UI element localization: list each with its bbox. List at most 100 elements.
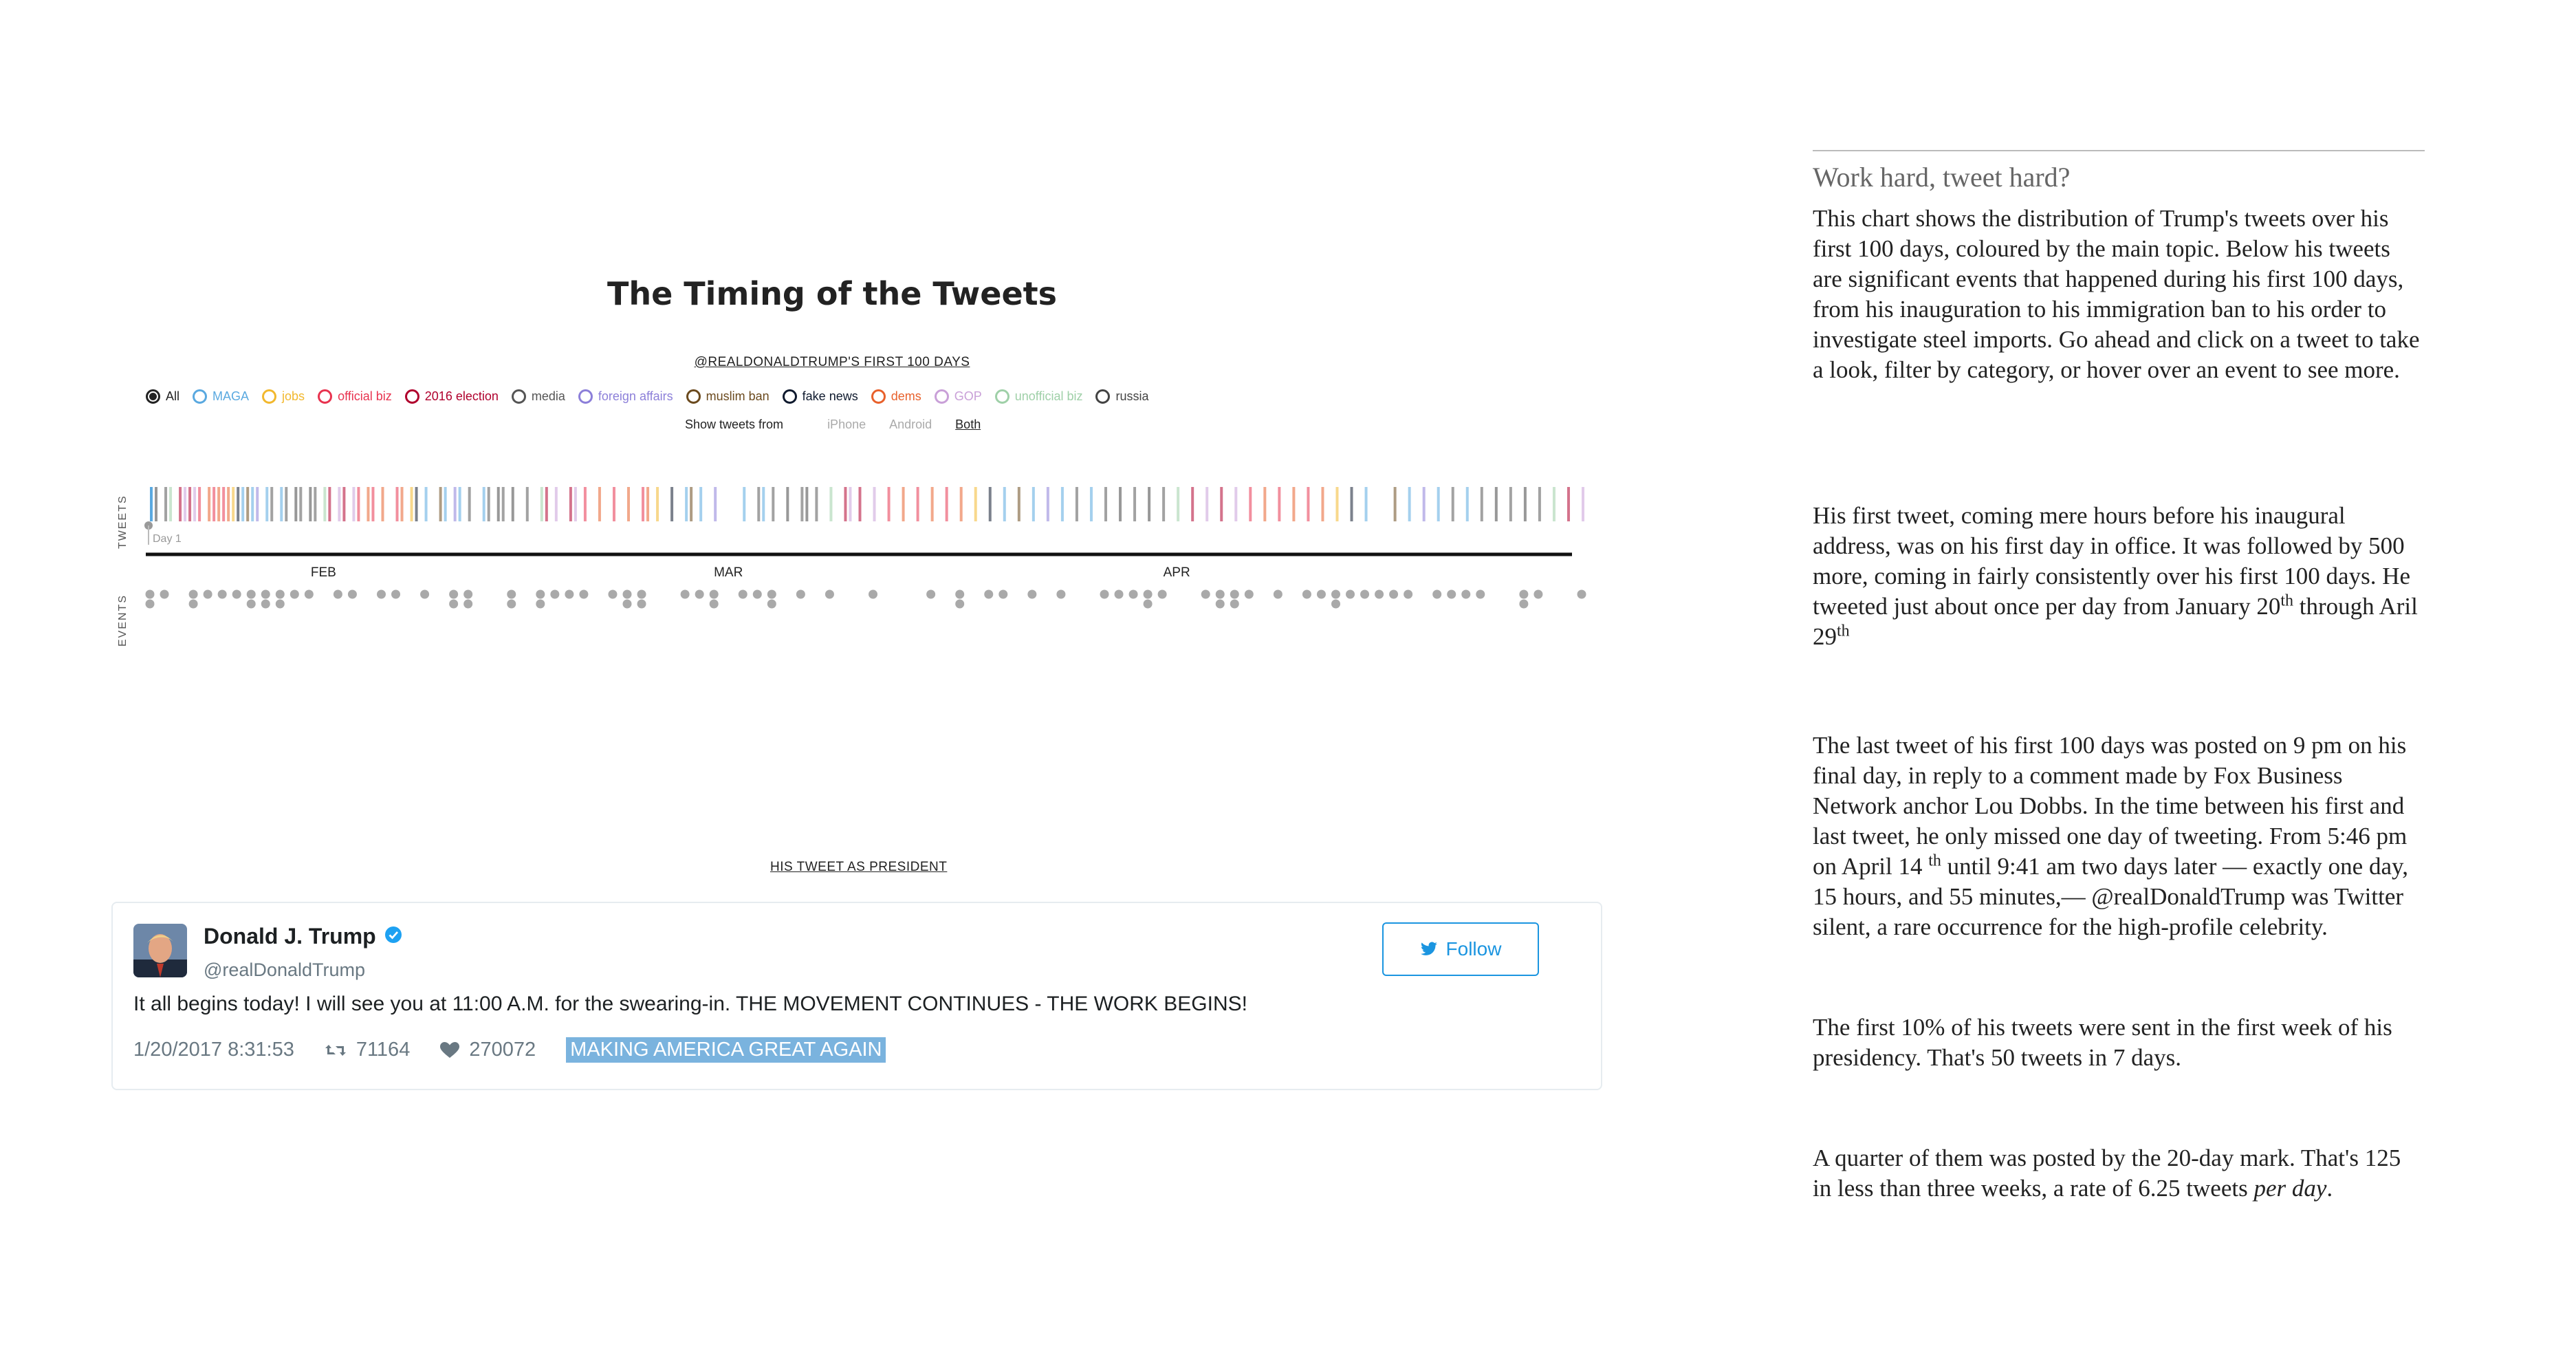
tweet-mark[interactable] xyxy=(1119,487,1122,521)
tweet-mark[interactable] xyxy=(511,487,514,521)
event-dot[interactable] xyxy=(188,589,198,599)
tweet-mark[interactable] xyxy=(371,487,375,521)
tweet-mark[interactable] xyxy=(208,487,211,521)
tweet-mark[interactable] xyxy=(381,487,384,521)
event-dot[interactable] xyxy=(550,589,560,599)
tweet-mark[interactable] xyxy=(1234,487,1238,521)
tweet-mark[interactable] xyxy=(1364,487,1368,521)
tweet-mark[interactable] xyxy=(525,487,529,521)
event-dot[interactable] xyxy=(1375,589,1384,599)
legend-item-official-biz[interactable]: official biz xyxy=(318,389,392,404)
tweet-mark[interactable] xyxy=(222,487,226,521)
source-option-android[interactable]: Android xyxy=(889,418,932,432)
tweet-mark[interactable] xyxy=(743,487,746,521)
tweet-mark[interactable] xyxy=(1321,487,1324,521)
tweet-mark[interactable] xyxy=(646,487,650,521)
event-dot[interactable] xyxy=(1215,599,1225,609)
tweet-mark[interactable] xyxy=(150,487,153,521)
event-dot[interactable] xyxy=(869,589,878,599)
event-dot[interactable] xyxy=(1577,589,1586,599)
event-dot[interactable] xyxy=(1143,589,1153,599)
tweet-mark[interactable] xyxy=(829,487,833,521)
event-dot[interactable] xyxy=(622,589,632,599)
tweet-mark[interactable] xyxy=(642,487,645,521)
tweet-mark[interactable] xyxy=(468,487,471,521)
event-dot[interactable] xyxy=(1316,589,1326,599)
event-dot[interactable] xyxy=(622,599,632,609)
event-dot[interactable] xyxy=(188,599,198,609)
tweet-mark[interactable] xyxy=(395,487,399,521)
event-dot[interactable] xyxy=(275,589,285,599)
event-dot[interactable] xyxy=(449,599,459,609)
event-dot[interactable] xyxy=(1476,589,1485,599)
tweet-mark[interactable] xyxy=(1437,487,1440,521)
tweet-mark[interactable] xyxy=(285,487,288,521)
event-dot[interactable] xyxy=(391,589,401,599)
event-dot[interactable] xyxy=(290,589,299,599)
tweet-mark[interactable] xyxy=(227,487,230,521)
event-dot[interactable] xyxy=(637,589,646,599)
tweet-mark[interactable] xyxy=(188,487,192,521)
event-dot[interactable] xyxy=(420,589,430,599)
legend-item-jobs[interactable]: jobs xyxy=(262,389,305,404)
event-dot[interactable] xyxy=(217,589,227,599)
tweet-mark[interactable] xyxy=(357,487,360,521)
legend-item-gop[interactable]: GOP xyxy=(934,389,982,404)
event-dot[interactable] xyxy=(246,599,256,609)
tweet-timestamp[interactable]: 1/20/2017 8:31:53 xyxy=(133,1039,294,1061)
event-dot[interactable] xyxy=(579,589,589,599)
event-dot[interactable] xyxy=(1128,589,1138,599)
tweet-mark[interactable] xyxy=(685,487,688,521)
event-dot[interactable] xyxy=(1157,589,1167,599)
tweet-mark[interactable] xyxy=(656,487,659,521)
tweet-mark[interactable] xyxy=(164,487,168,521)
event-dot[interactable] xyxy=(738,589,747,599)
tweet-mark[interactable] xyxy=(265,487,269,521)
tweet-mark[interactable] xyxy=(1393,487,1397,521)
tweet-mark[interactable] xyxy=(902,487,905,521)
event-dot[interactable] xyxy=(565,589,574,599)
event-dot[interactable] xyxy=(695,589,704,599)
tweet-mark[interactable] xyxy=(1335,487,1339,521)
tweet-mark[interactable] xyxy=(184,487,187,521)
avatar[interactable] xyxy=(133,924,187,977)
tweet-mark[interactable] xyxy=(155,487,157,521)
tweet-mark[interactable] xyxy=(314,487,317,521)
source-option-iphone[interactable]: iPhone xyxy=(827,418,866,432)
tweet-mark[interactable] xyxy=(338,487,341,521)
tweet-mark[interactable] xyxy=(1582,487,1584,521)
tweet-mark[interactable] xyxy=(583,487,587,521)
event-dot[interactable] xyxy=(347,589,357,599)
event-dot[interactable] xyxy=(709,599,719,609)
tweet-mark[interactable] xyxy=(212,487,216,521)
event-dot[interactable] xyxy=(1027,589,1037,599)
tweet-mark[interactable] xyxy=(217,487,221,521)
tweet-mark[interactable] xyxy=(1408,487,1411,521)
tweet-mark[interactable] xyxy=(873,487,876,521)
tweet-mark[interactable] xyxy=(439,487,442,521)
tweet-mark[interactable] xyxy=(1465,487,1469,521)
event-dot[interactable] xyxy=(637,599,646,609)
tweet-mark[interactable] xyxy=(670,487,674,521)
event-dot[interactable] xyxy=(1100,589,1109,599)
event-dot[interactable] xyxy=(507,599,516,609)
tweet-mark[interactable] xyxy=(959,487,963,521)
event-dot[interactable] xyxy=(926,589,936,599)
tweet-mark[interactable] xyxy=(1060,487,1064,521)
tweet-mark[interactable] xyxy=(1017,487,1020,521)
tweet-mark[interactable] xyxy=(786,487,789,521)
tweet-mark[interactable] xyxy=(1307,487,1310,521)
tweet-mark[interactable] xyxy=(1249,487,1252,521)
event-dot[interactable] xyxy=(261,589,270,599)
tweet-mark[interactable] xyxy=(352,487,356,521)
legend-item-muslim-ban[interactable]: muslim ban xyxy=(686,389,769,404)
event-dot[interactable] xyxy=(536,599,545,609)
event-dot[interactable] xyxy=(1230,599,1239,609)
tweet-mark[interactable] xyxy=(569,487,572,521)
tweet-mark[interactable] xyxy=(540,487,543,521)
tweet-mark[interactable] xyxy=(179,487,182,521)
follow-button[interactable]: Follow xyxy=(1382,922,1539,976)
tweet-mark[interactable] xyxy=(256,487,259,521)
event-dot[interactable] xyxy=(1519,599,1529,609)
tweet-mark[interactable] xyxy=(945,487,948,521)
